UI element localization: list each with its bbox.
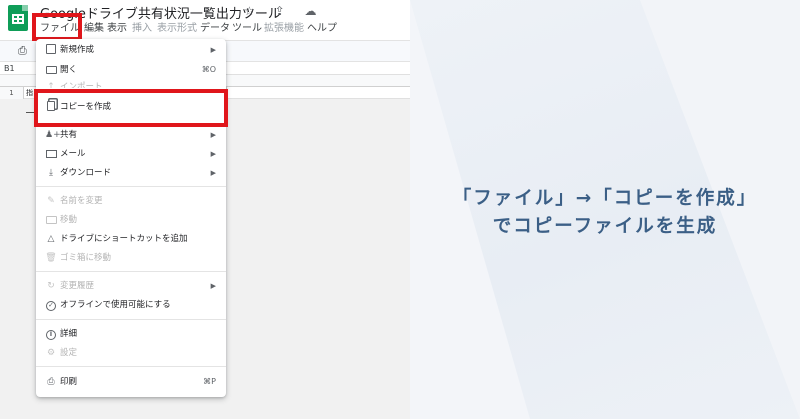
sheets-app: Googleドライブ共有状況一覧出力ツール ☆ ⇪ ☁ ファイル 編集 表示 挿… [0, 0, 410, 419]
menu-item-label: ドライブにショートカットを追加 [60, 234, 188, 244]
menu-item-label: オフラインで使用可能にする [60, 300, 171, 310]
menu-tools[interactable]: ツール [232, 21, 262, 37]
gear-icon: ⚙ [46, 348, 56, 358]
menu-item-email[interactable]: メール ▶ [36, 145, 226, 163]
menu-item-details[interactable]: i 詳細 [36, 325, 226, 343]
menu-item-label: 名前を変更 [60, 196, 103, 206]
move-folder-icon [45, 214, 57, 226]
download-icon: ⤓ [49, 168, 53, 178]
cell-text[interactable]: 指 [26, 87, 33, 99]
menu-item-add-shortcut[interactable]: △ ドライブにショートカットを追加 [36, 230, 226, 248]
menu-item-label: インポート [60, 82, 103, 88]
shortcut-label: ⌘P [203, 377, 216, 386]
menu-item-label: 移動 [60, 215, 78, 225]
menu-item-import[interactable]: ↑ インポート [36, 78, 226, 88]
menu-item-history: ↻ 変更履歴 ▶ [36, 277, 226, 295]
rename-icon: ✎ [47, 196, 55, 206]
menu-item-move: 移動 [36, 211, 226, 229]
menu-item-label: 印刷 [60, 377, 78, 387]
import-icon: ↑ [47, 82, 55, 88]
menu-item-new[interactable]: 新規作成 ▶ [36, 41, 226, 59]
history-icon: ↻ [47, 281, 55, 291]
file-menu-highlight-box [32, 13, 82, 41]
menu-separator [36, 271, 226, 272]
menu-item-label: 設定 [60, 348, 78, 358]
info-icon: i [45, 328, 57, 340]
menu-item-label: ダウンロード [60, 168, 112, 178]
submenu-arrow-icon: ▶ [210, 131, 216, 139]
submenu-arrow-icon: ▶ [210, 46, 216, 54]
menu-item-label: メール [60, 149, 86, 159]
menu-item-rename: ✎ 名前を変更 [36, 192, 226, 210]
shortcut-label: ⌘O [201, 65, 216, 74]
menu-separator [36, 366, 226, 367]
menu-item-label: ゴミ箱に移動 [60, 253, 112, 263]
submenu-arrow-icon: ▶ [210, 282, 216, 290]
menu-item-open[interactable]: 開く ⌘O [36, 61, 226, 79]
menu-item-label: 変更履歴 [60, 281, 95, 291]
folder-icon [45, 64, 57, 76]
menu-view[interactable]: 表示 [107, 21, 127, 37]
menu-item-settings: ⚙ 設定 [36, 344, 226, 362]
menu-insert[interactable]: 挿入 [132, 21, 152, 37]
menu-separator [36, 186, 226, 187]
title-actions-icons[interactable]: ☆ ⇪ ☁ [244, 4, 324, 18]
menu-separator [36, 319, 226, 320]
menu-edit[interactable]: 編集 [84, 21, 104, 37]
submenu-arrow-icon: ▶ [210, 169, 216, 177]
row-number[interactable]: 1 [0, 87, 24, 99]
caption-line-2: でコピーファイルを生成 [492, 216, 718, 237]
menu-item-label: 共有 [60, 130, 78, 140]
menu-item-print[interactable]: ⎙ 印刷 ⌘P [36, 373, 226, 391]
mail-icon [45, 148, 57, 160]
copy-highlight-box [34, 89, 228, 127]
menu-help[interactable]: ヘルプ [307, 21, 337, 37]
caption-line-1: 「ファイル」→「コピーを作成」 [452, 188, 758, 209]
new-sheet-icon [45, 44, 57, 56]
menu-item-offline[interactable]: ✓ オフラインで使用可能にする [36, 296, 226, 314]
menu-format[interactable]: 表示形式 [157, 21, 197, 37]
menu-item-share[interactable]: ♟+ 共有 ▶ [36, 126, 226, 144]
submenu-arrow-icon: ▶ [210, 150, 216, 158]
menu-data[interactable]: データ [200, 21, 230, 37]
print-icon[interactable]: ⎙ [18, 44, 27, 58]
menu-item-label: 詳細 [60, 329, 78, 339]
menu-item-download[interactable]: ⤓ ダウンロード ▶ [36, 164, 226, 182]
drive-shortcut-icon: △ [47, 234, 55, 244]
menu-item-label: 新規作成 [60, 45, 95, 55]
menu-extensions[interactable]: 拡張機能 [264, 21, 304, 37]
person-add-icon: ♟+ [45, 130, 61, 140]
trash-icon: 🗑 [45, 253, 57, 263]
menu-item-trash: 🗑 ゴミ箱に移動 [36, 249, 226, 267]
cell-reference[interactable]: B1 [4, 62, 15, 75]
menu-item-label: 開く [60, 65, 78, 75]
offline-icon: ✓ [45, 299, 57, 311]
print-icon: ⎙ [47, 377, 55, 387]
